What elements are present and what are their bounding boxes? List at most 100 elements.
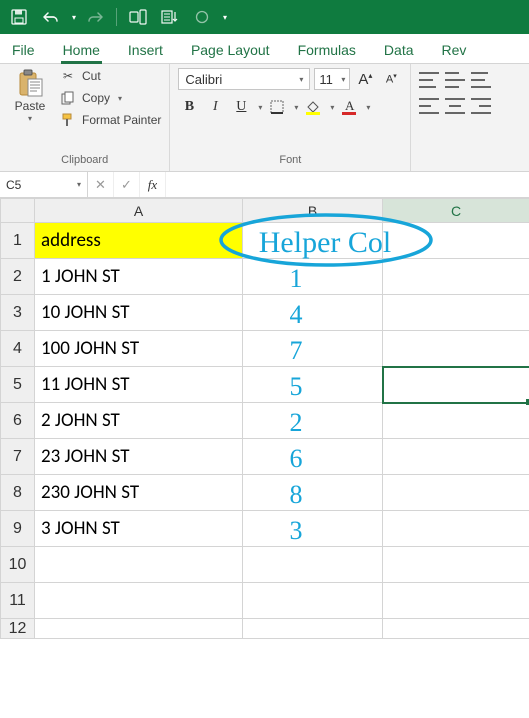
copy-dropdown-icon[interactable]: ▾	[118, 94, 122, 103]
row-header-1[interactable]: 1	[1, 223, 35, 259]
underline-dropdown-icon[interactable]: ▾	[258, 103, 262, 112]
cell-B1[interactable]	[243, 223, 383, 259]
font-size-value: 11	[319, 72, 333, 87]
cell-B4[interactable]	[243, 331, 383, 367]
name-box[interactable]: C5 ▾	[0, 172, 88, 197]
copy-button[interactable]: Copy ▾	[60, 90, 161, 106]
cell-A3[interactable]: 10 JOHN ST	[35, 295, 243, 331]
row-header-11[interactable]: 11	[1, 583, 35, 619]
cell-B12[interactable]	[243, 619, 383, 639]
paste-button[interactable]: Paste ▾	[8, 68, 52, 123]
undo-dropdown-icon[interactable]: ▾	[72, 13, 76, 22]
tab-insert[interactable]: Insert	[126, 36, 165, 63]
formula-input[interactable]	[166, 172, 529, 197]
bold-button[interactable]: B	[178, 96, 200, 118]
cell-C6[interactable]	[383, 403, 529, 439]
cell-C2[interactable]	[383, 259, 529, 295]
cell-C9[interactable]	[383, 511, 529, 547]
cell-B6[interactable]	[243, 403, 383, 439]
ribbon-tabs: File Home Insert Page Layout Formulas Da…	[0, 34, 529, 64]
row-header-9[interactable]: 9	[1, 511, 35, 547]
cell-B10[interactable]	[243, 547, 383, 583]
tab-page-layout[interactable]: Page Layout	[189, 36, 272, 63]
cell-A2[interactable]: 1 JOHN ST	[35, 259, 243, 295]
cell-C4[interactable]	[383, 331, 529, 367]
cell-B3[interactable]	[243, 295, 383, 331]
tab-file[interactable]: File	[10, 36, 37, 63]
font-name-selector[interactable]: Calibri ▾	[178, 68, 310, 90]
fill-color-button[interactable]	[302, 96, 324, 118]
border-dropdown-icon[interactable]: ▾	[294, 103, 298, 112]
row-header-7[interactable]: 7	[1, 439, 35, 475]
cell-C11[interactable]	[383, 583, 529, 619]
circle-icon[interactable]	[189, 4, 215, 30]
cell-C12[interactable]	[383, 619, 529, 639]
row-header-5[interactable]: 5	[1, 367, 35, 403]
cell-C7[interactable]	[383, 439, 529, 475]
qat-customize-icon[interactable]: ▾	[223, 13, 227, 22]
tab-formulas[interactable]: Formulas	[296, 36, 358, 63]
cell-A9[interactable]: 3 JOHN ST	[35, 511, 243, 547]
redo-icon[interactable]	[82, 4, 108, 30]
row-header-6[interactable]: 6	[1, 403, 35, 439]
cell-C1[interactable]	[383, 223, 529, 259]
align-center-button[interactable]	[445, 98, 465, 114]
cell-A11[interactable]	[35, 583, 243, 619]
cell-B2[interactable]	[243, 259, 383, 295]
col-header-C[interactable]: C	[383, 199, 529, 223]
cell-A12[interactable]	[35, 619, 243, 639]
cancel-formula-button[interactable]: ✕	[88, 172, 114, 197]
format-painter-button[interactable]: Format Painter	[60, 112, 161, 128]
cell-A6[interactable]: 2 JOHN ST	[35, 403, 243, 439]
insert-function-button[interactable]: fx	[140, 172, 166, 197]
paste-dropdown-icon[interactable]: ▾	[28, 114, 32, 123]
font-color-dropdown-icon[interactable]: ▾	[366, 103, 370, 112]
row-header-3[interactable]: 3	[1, 295, 35, 331]
save-icon[interactable]	[6, 4, 32, 30]
cell-B8[interactable]	[243, 475, 383, 511]
row-header-2[interactable]: 2	[1, 259, 35, 295]
fill-dropdown-icon[interactable]: ▾	[330, 103, 334, 112]
cell-B5[interactable]	[243, 367, 383, 403]
row-header-4[interactable]: 4	[1, 331, 35, 367]
underline-button[interactable]: U	[230, 96, 252, 118]
cell-B9[interactable]	[243, 511, 383, 547]
cell-A7[interactable]: 23 JOHN ST	[35, 439, 243, 475]
col-header-B[interactable]: B	[243, 199, 383, 223]
align-bottom-button[interactable]	[471, 72, 491, 88]
cell-A5[interactable]: 11 JOHN ST	[35, 367, 243, 403]
col-header-A[interactable]: A	[35, 199, 243, 223]
align-right-button[interactable]	[471, 98, 491, 114]
cell-C3[interactable]	[383, 295, 529, 331]
align-top-button[interactable]	[419, 72, 439, 88]
cell-B7[interactable]	[243, 439, 383, 475]
cell-A4[interactable]: 100 JOHN ST	[35, 331, 243, 367]
align-left-button[interactable]	[419, 98, 439, 114]
cell-C5[interactable]	[383, 367, 529, 403]
tab-data[interactable]: Data	[382, 36, 416, 63]
cell-A1[interactable]: address	[35, 223, 243, 259]
row-header-12[interactable]: 12	[1, 619, 35, 639]
row-header-8[interactable]: 8	[1, 475, 35, 511]
tab-review[interactable]: Rev	[440, 36, 469, 63]
cell-A10[interactable]	[35, 547, 243, 583]
undo-icon[interactable]	[38, 4, 64, 30]
enter-formula-button[interactable]: ✓	[114, 172, 140, 197]
italic-button[interactable]: I	[204, 96, 226, 118]
increase-font-button[interactable]: A▴	[354, 68, 376, 90]
tab-home[interactable]: Home	[61, 36, 102, 63]
decrease-font-button[interactable]: A▾	[380, 68, 402, 90]
font-color-button[interactable]: A	[338, 96, 360, 118]
select-all-corner[interactable]	[1, 199, 35, 223]
cell-A8[interactable]: 230 JOHN ST	[35, 475, 243, 511]
cut-button[interactable]: ✂ Cut	[60, 68, 161, 84]
cell-B11[interactable]	[243, 583, 383, 619]
sort-icon[interactable]	[157, 4, 183, 30]
align-middle-button[interactable]	[445, 72, 465, 88]
touch-mode-icon[interactable]	[125, 4, 151, 30]
font-size-selector[interactable]: 11 ▾	[314, 68, 350, 90]
cell-C8[interactable]	[383, 475, 529, 511]
cell-C10[interactable]	[383, 547, 529, 583]
row-header-10[interactable]: 10	[1, 547, 35, 583]
border-button[interactable]	[266, 96, 288, 118]
